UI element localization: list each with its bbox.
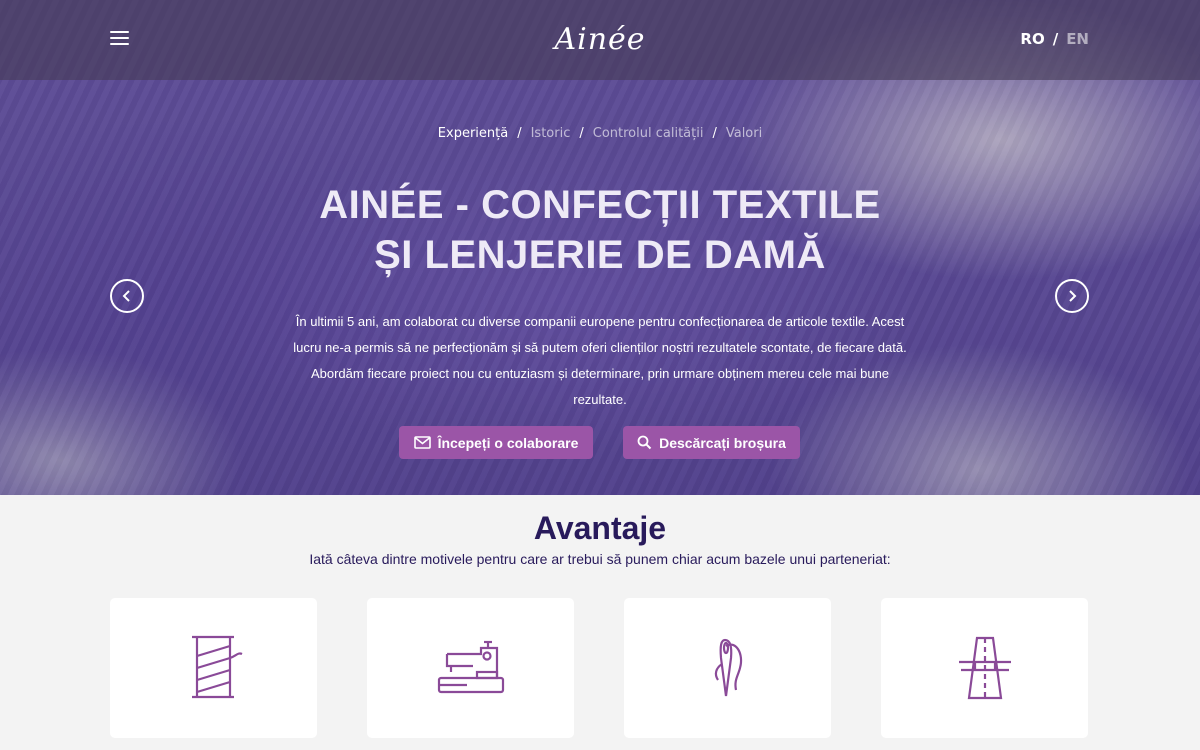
hero-title-line2: ȘI LENJERIE DE DAMĂ (374, 233, 826, 277)
advantage-card-2 (367, 598, 574, 738)
hero-breadcrumb: Experiență / Istoric / Controlul calității / V… (437, 126, 763, 141)
chevron-right-icon (1069, 290, 1077, 302)
carousel-next-button[interactable] (1055, 279, 1089, 313)
sewing-machine-icon (437, 640, 504, 694)
needle-icon (714, 638, 742, 697)
lang-en[interactable]: EN (1066, 30, 1089, 48)
advantages-subtitle: Iată câteva dintre motivele pentru care … (309, 551, 891, 567)
start-collaboration-label: Începeți o colaborare (437, 434, 579, 451)
crumb-values[interactable]: Valori (726, 126, 762, 141)
advantage-card-1 (110, 598, 317, 738)
download-brochure-button[interactable]: Descărcați broșura (623, 426, 800, 459)
chevron-left-icon (122, 290, 130, 302)
hero-description: În ultimii 5 ani, am colaborat cu divers… (293, 314, 907, 407)
hero-title: AINÉE - CONFECȚII TEXTILE ȘI LENJERIE DE… (0, 180, 1200, 280)
pattern-icon (958, 636, 1011, 700)
download-brochure-label: Descărcați broșura (659, 434, 786, 451)
mail-icon (413, 436, 431, 449)
hero-title-line1: AINÉE - CONFECȚII TEXTILE (319, 183, 881, 227)
hero-section: Ainée RO / EN Experiență / Istoric / Controlul… (0, 0, 1200, 495)
lang-separator: / (1052, 30, 1059, 48)
top-navbar: Ainée RO / EN (0, 0, 1200, 80)
crumb-history[interactable]: Istoric (531, 126, 571, 141)
language-switcher: RO / EN (1020, 30, 1089, 48)
menu-icon[interactable] (110, 31, 129, 47)
logo[interactable]: Ainée (548, 14, 652, 66)
start-collaboration-button[interactable]: Începeți o colaborare (399, 426, 593, 459)
thread-spool-icon (191, 635, 242, 699)
advantages-title: Avantaje (533, 510, 667, 546)
crumb-quality-control[interactable]: Controlul calității (593, 126, 704, 141)
advantage-card-3 (624, 598, 831, 738)
carousel-prev-button[interactable] (110, 279, 144, 313)
crumb-experience[interactable]: Experiență (438, 126, 508, 141)
search-icon (637, 435, 652, 450)
lang-ro[interactable]: RO (1020, 30, 1044, 48)
advantage-card-4 (881, 598, 1088, 738)
